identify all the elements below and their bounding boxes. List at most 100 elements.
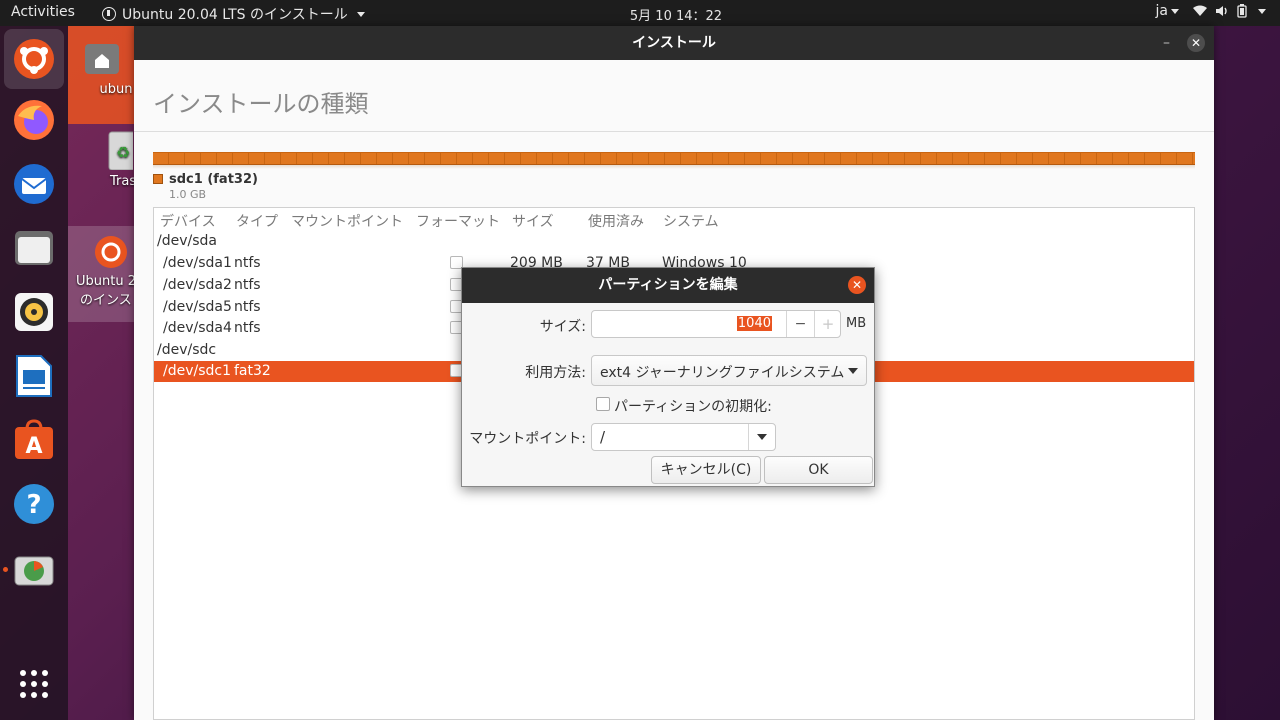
rhythmbox-icon <box>15 293 53 331</box>
size-spinbox[interactable]: 1040 − + <box>591 310 841 338</box>
language-indicator[interactable]: ja <box>1156 3 1179 19</box>
window-titlebar[interactable]: インストール – ✕ <box>134 26 1214 60</box>
use-as-value: ext4 ジャーナリングファイルシステム <box>600 365 845 381</box>
system-tray[interactable]: ja <box>1156 3 1266 19</box>
page-title: インストールの種類 <box>153 90 369 118</box>
table-row[interactable]: /dev/sda <box>154 231 1194 252</box>
use-as-dropdown[interactable]: ext4 ジャーナリングファイルシステム <box>591 355 867 386</box>
running-indicator <box>3 567 8 572</box>
battery-icon <box>1237 4 1247 18</box>
column-header-type[interactable]: タイプ <box>236 211 278 231</box>
column-header-format[interactable]: フォーマット <box>416 211 500 231</box>
dialog-close-button[interactable]: ✕ <box>848 276 866 294</box>
disk-icon <box>14 556 54 586</box>
desktop-trash-icon[interactable]: ♻ Tras <box>104 130 138 189</box>
installer-label-line1: Ubuntu 2 <box>76 274 136 289</box>
dock: A ? <box>0 26 68 720</box>
dock-disks[interactable] <box>10 546 58 594</box>
trash-icon: ♻ <box>108 131 138 171</box>
dock-libreoffice-writer[interactable] <box>10 352 58 400</box>
close-button[interactable]: ✕ <box>1187 34 1205 52</box>
clock[interactable]: 5月 10 14：22 <box>0 5 1280 24</box>
home-folder-icon <box>85 44 119 74</box>
home-label: ubun <box>99 82 133 97</box>
thunderbird-icon <box>14 164 54 204</box>
partition-legend-swatch <box>153 174 163 184</box>
status-icons[interactable] <box>1193 4 1266 18</box>
dock-ubuntu-installer[interactable] <box>4 29 64 89</box>
row-device: /dev/sda <box>157 233 217 249</box>
dock-firefox[interactable] <box>10 96 58 144</box>
cancel-button[interactable]: キャンセル(C) <box>651 456 761 484</box>
column-header-mount[interactable]: マウントポイント <box>291 211 403 231</box>
chevron-down-icon <box>1258 8 1266 14</box>
trash-label: Tras <box>110 174 137 189</box>
desktop-installer-icon[interactable]: Ubuntu 2 のインス <box>68 226 136 322</box>
row-type: ntfs <box>234 255 261 271</box>
volume-icon <box>1216 6 1227 16</box>
size-unit: MB <box>846 316 867 331</box>
language-label: ja <box>1155 3 1168 19</box>
mount-point-label: マウントポイント: <box>469 431 586 447</box>
dialog-title: パーティションを編集 <box>598 277 738 293</box>
edit-partition-dialog: パーティションを編集 ✕ サイズ: 1040 − + MB 利用方法: ext4… <box>461 267 875 487</box>
partition-legend-label: sdc1 (fat32) <box>169 172 258 187</box>
writer-icon <box>16 355 52 397</box>
app-grid-icon <box>20 670 48 698</box>
chevron-down-icon <box>757 434 767 440</box>
dock-software[interactable]: A <box>10 416 58 464</box>
window-title: インストール <box>632 35 716 51</box>
table-header: デバイス タイプ マウントポイント フォーマット サイズ 使用済み システム <box>154 208 1194 231</box>
minimize-button[interactable]: – <box>1163 26 1170 60</box>
format-partition-checkbox[interactable] <box>596 397 610 411</box>
chevron-down-icon <box>848 368 858 374</box>
help-icon: ? <box>14 484 54 524</box>
svg-text:A: A <box>25 434 42 459</box>
column-header-size[interactable]: サイズ <box>512 211 554 231</box>
partition-bar <box>153 152 1195 169</box>
row-device: /dev/sdc1 <box>163 363 232 379</box>
row-type: ntfs <box>234 299 261 315</box>
chevron-down-icon <box>1171 8 1179 14</box>
size-decrement-button[interactable]: − <box>786 311 814 337</box>
installer-label-line2: のインス <box>80 293 132 308</box>
row-device: /dev/sda5 <box>163 299 232 315</box>
dock-rhythmbox[interactable] <box>10 288 58 336</box>
ubuntu-installer-icon <box>14 39 54 79</box>
dock-files[interactable] <box>10 224 58 272</box>
size-input[interactable]: 1040 <box>736 316 772 331</box>
size-increment-button[interactable]: + <box>814 311 841 337</box>
mount-point-combo[interactable]: / <box>591 423 776 451</box>
ubuntu-installer-icon <box>95 236 127 268</box>
column-header-device[interactable]: デバイス <box>160 211 216 231</box>
row-device: /dev/sdc <box>157 342 217 358</box>
row-type: ntfs <box>234 320 261 336</box>
column-header-used[interactable]: 使用済み <box>588 211 644 231</box>
row-type: fat32 <box>234 363 271 379</box>
files-icon <box>15 231 53 265</box>
wifi-icon <box>1193 5 1207 16</box>
svg-text:?: ? <box>26 490 41 520</box>
dock-help[interactable]: ? <box>10 480 58 528</box>
row-device: /dev/sda4 <box>163 320 232 336</box>
desktop-home-icon-selected[interactable]: ubun <box>68 26 134 124</box>
divider <box>134 131 1214 132</box>
dialog-titlebar[interactable]: パーティションを編集 ✕ <box>462 268 874 303</box>
show-applications-button[interactable] <box>10 660 58 708</box>
software-center-icon: A <box>15 419 53 459</box>
top-bar: Activities Ubuntu 20.04 LTS のインストール 5月 1… <box>0 0 1280 26</box>
row-device: /dev/sda1 <box>163 255 232 271</box>
partition-legend-size: 1.0 GB <box>169 188 207 201</box>
row-device: /dev/sda2 <box>163 277 232 293</box>
size-label: サイズ: <box>539 319 586 335</box>
mount-point-input[interactable]: / <box>600 428 605 446</box>
dock-thunderbird[interactable] <box>10 160 58 208</box>
row-type: ntfs <box>234 277 261 293</box>
svg-text:♻: ♻ <box>116 143 130 162</box>
use-as-label: 利用方法: <box>525 365 586 381</box>
firefox-icon <box>14 100 54 140</box>
ok-button[interactable]: OK <box>764 456 873 484</box>
column-header-system[interactable]: システム <box>663 211 719 231</box>
mount-point-dropdown-button[interactable] <box>748 424 775 450</box>
format-partition-label[interactable]: パーティションの初期化: <box>614 396 772 416</box>
